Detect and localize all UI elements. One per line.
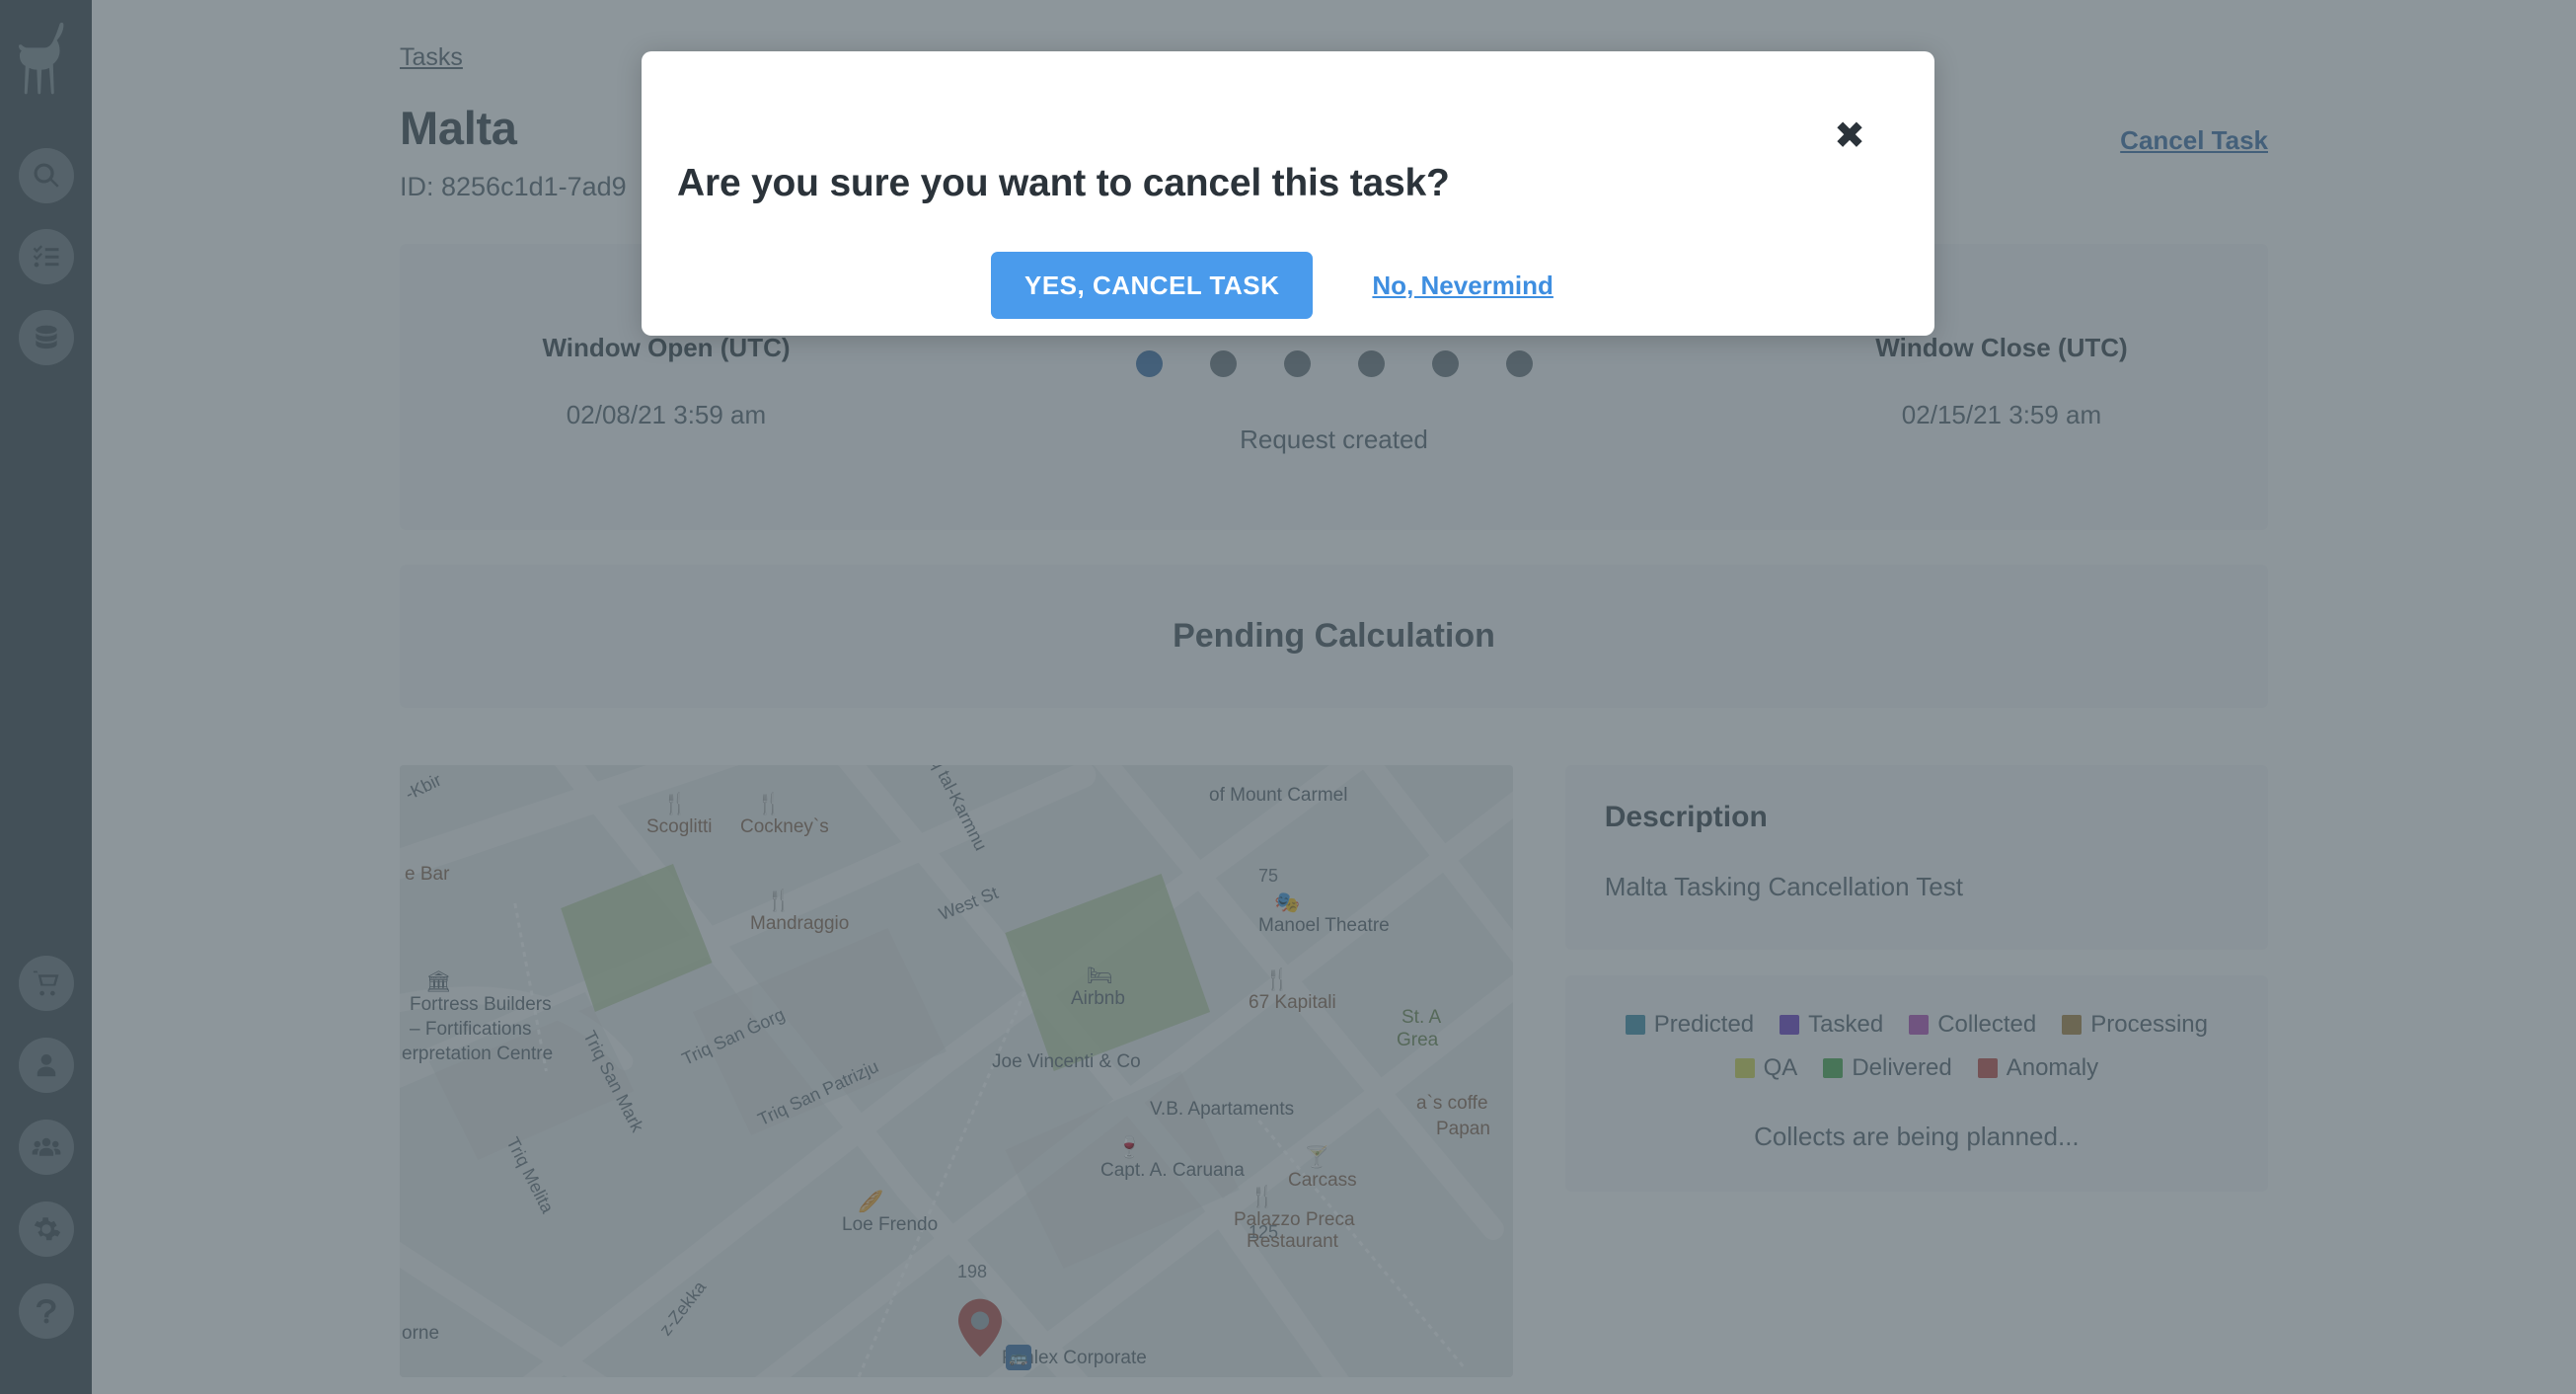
dismiss-modal-button[interactable]: No, Nevermind <box>1372 271 1553 301</box>
modal-actions: YES, CANCEL TASK No, Nevermind <box>991 252 1553 319</box>
modal-title: Are you sure you want to cancel this tas… <box>677 162 1450 204</box>
confirm-cancel-task-button[interactable]: YES, CANCEL TASK <box>991 252 1314 319</box>
app-root: Tasks Malta ID: 8256c1d1-7ad9 Cancel Tas… <box>0 0 2576 1394</box>
close-icon[interactable]: ✖ <box>1830 116 1869 156</box>
cancel-task-modal: ✖ Are you sure you want to cancel this t… <box>642 51 1934 336</box>
